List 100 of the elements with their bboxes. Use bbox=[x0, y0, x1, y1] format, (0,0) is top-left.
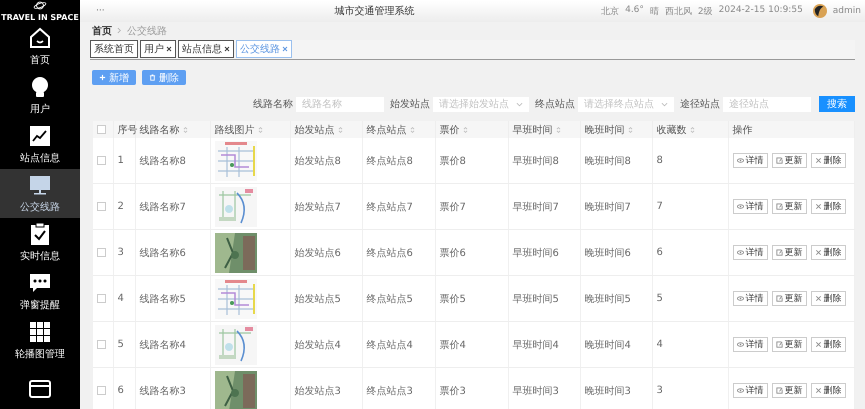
table-cell: 晚班时间3 bbox=[584, 386, 631, 396]
table-cell: 线路名称6 bbox=[140, 248, 186, 258]
row-action-button[interactable]: 详情 bbox=[732, 291, 768, 306]
table-cell: 2 bbox=[118, 201, 124, 212]
checkbox[interactable] bbox=[97, 340, 106, 349]
sidebar-item[interactable]: 轮播图管理 bbox=[0, 316, 80, 365]
sort-icon[interactable] bbox=[628, 126, 632, 134]
sort-icon[interactable] bbox=[690, 126, 694, 134]
sort-icon[interactable] bbox=[258, 126, 262, 134]
field-label: 始发站点 bbox=[390, 98, 430, 111]
weather-text: 晴 bbox=[650, 6, 659, 18]
sidebar-item[interactable]: 公交线路 bbox=[0, 169, 80, 218]
column-header: 操作 bbox=[732, 124, 752, 136]
edit-icon bbox=[776, 203, 782, 210]
row-action-button[interactable]: 更新 bbox=[772, 199, 806, 214]
row-action-button[interactable]: 更新 bbox=[772, 153, 806, 168]
checkbox[interactable] bbox=[97, 248, 106, 257]
edit-icon bbox=[776, 341, 782, 348]
table-cell: 始发站点6 bbox=[294, 248, 341, 258]
row-action-button[interactable]: 删除 bbox=[810, 245, 846, 260]
table-cell: 早班时间3 bbox=[512, 386, 559, 396]
dropdown-caret-icon bbox=[516, 102, 523, 106]
sort-icon[interactable] bbox=[462, 126, 468, 134]
planet-icon bbox=[33, 0, 47, 11]
grid-icon bbox=[28, 320, 52, 344]
row-action-button[interactable]: 详情 bbox=[732, 199, 768, 214]
table-cell: 票价7 bbox=[440, 202, 466, 212]
sidebar-item[interactable]: 首页 bbox=[0, 22, 80, 71]
table-cell: 早班时间5 bbox=[512, 294, 559, 304]
weather-text: 2024-2-15 10:9:55 bbox=[718, 4, 803, 16]
checkbox[interactable] bbox=[97, 125, 106, 134]
table-cell: 终点站点8 bbox=[366, 156, 413, 166]
table-cell: 晚班时间7 bbox=[584, 202, 631, 212]
edit-icon bbox=[776, 157, 782, 164]
row-action-button[interactable]: 详情 bbox=[732, 337, 768, 352]
row-action-button[interactable]: 详情 bbox=[732, 383, 768, 398]
menu-icon[interactable]: ··· bbox=[96, 6, 105, 16]
sidebar-item[interactable]: 实时信息 bbox=[0, 218, 80, 267]
row-action-button[interactable]: 删除 bbox=[810, 291, 846, 306]
sidebar-item[interactable]: 弹窗提醒 bbox=[0, 267, 80, 316]
monitor-icon bbox=[28, 173, 52, 197]
plus-icon bbox=[99, 74, 106, 81]
row-action-button[interactable]: 详情 bbox=[732, 245, 768, 260]
eye-icon bbox=[736, 387, 744, 394]
table-cell: 早班时间6 bbox=[512, 248, 559, 258]
close-icon[interactable] bbox=[224, 46, 230, 52]
sort-icon[interactable] bbox=[182, 126, 188, 134]
table-cell: 晚班时间5 bbox=[584, 294, 631, 304]
checkbox[interactable] bbox=[97, 386, 106, 395]
page-tab[interactable]: 用户 bbox=[140, 40, 176, 58]
table-cell: 晚班时间6 bbox=[584, 248, 631, 258]
table-cell: 终点站点7 bbox=[366, 202, 413, 212]
table-cell: 4 bbox=[118, 293, 124, 304]
field-label: 途径站点 bbox=[680, 98, 720, 111]
clipboard-check-icon bbox=[28, 222, 52, 246]
row-action-button[interactable]: 更新 bbox=[772, 291, 806, 306]
dropdown-caret-icon bbox=[661, 102, 668, 106]
table-cell: 终点站点5 bbox=[366, 294, 413, 304]
close-icon[interactable] bbox=[166, 46, 172, 52]
table-cell: 3 bbox=[118, 247, 124, 258]
row-action-button[interactable]: 删除 bbox=[810, 199, 846, 214]
eye-icon bbox=[736, 341, 744, 348]
row-action-button[interactable]: 更新 bbox=[772, 383, 806, 398]
checkbox[interactable] bbox=[97, 294, 106, 303]
row-action-button[interactable]: 详情 bbox=[732, 153, 768, 168]
table-cell: 4 bbox=[656, 339, 663, 350]
sort-icon[interactable] bbox=[410, 126, 414, 134]
sidebar-item[interactable]: 用户 bbox=[0, 71, 80, 120]
row-action-button[interactable]: 更新 bbox=[772, 245, 806, 260]
sort-icon[interactable] bbox=[338, 126, 342, 134]
table-cell: 晚班时间8 bbox=[584, 156, 631, 166]
row-action-button[interactable]: 删除 bbox=[810, 153, 846, 168]
avatar[interactable] bbox=[812, 4, 827, 18]
eye-icon bbox=[736, 203, 744, 210]
sidebar-item[interactable]: 站点信息 bbox=[0, 120, 80, 169]
close-icon bbox=[814, 157, 822, 164]
page-tab[interactable]: 站点信息 bbox=[178, 40, 234, 58]
weather-text: 2级 bbox=[698, 6, 713, 18]
row-action-button[interactable]: 删除 bbox=[810, 383, 846, 398]
row-action-button[interactable]: 删除 bbox=[810, 337, 846, 352]
page-tab[interactable]: 系统首页 bbox=[90, 40, 138, 58]
chat-icon bbox=[28, 271, 52, 295]
field-label: 线路名称 bbox=[253, 98, 293, 111]
checkbox[interactable] bbox=[97, 202, 106, 211]
table-cell: 线路名称8 bbox=[140, 156, 186, 166]
table-cell: 6 bbox=[118, 385, 124, 396]
table-cell: 终点站点3 bbox=[366, 386, 413, 396]
search-field[interactable]: 途径站点 bbox=[723, 96, 811, 112]
sort-icon[interactable] bbox=[556, 126, 560, 134]
table-cell: 5 bbox=[118, 339, 124, 350]
row-action-button[interactable]: 更新 bbox=[772, 337, 806, 352]
weather-text: 4.6° bbox=[625, 4, 644, 16]
table-cell: 票价3 bbox=[440, 386, 466, 396]
close-icon bbox=[814, 203, 822, 210]
search-field[interactable]: 线路名称 bbox=[296, 96, 384, 112]
table-cell: 7 bbox=[656, 201, 663, 212]
breadcrumb-link[interactable]: 首页 bbox=[92, 24, 112, 38]
home-icon bbox=[28, 26, 52, 50]
checkbox[interactable] bbox=[97, 156, 106, 165]
trash-icon bbox=[149, 74, 156, 81]
